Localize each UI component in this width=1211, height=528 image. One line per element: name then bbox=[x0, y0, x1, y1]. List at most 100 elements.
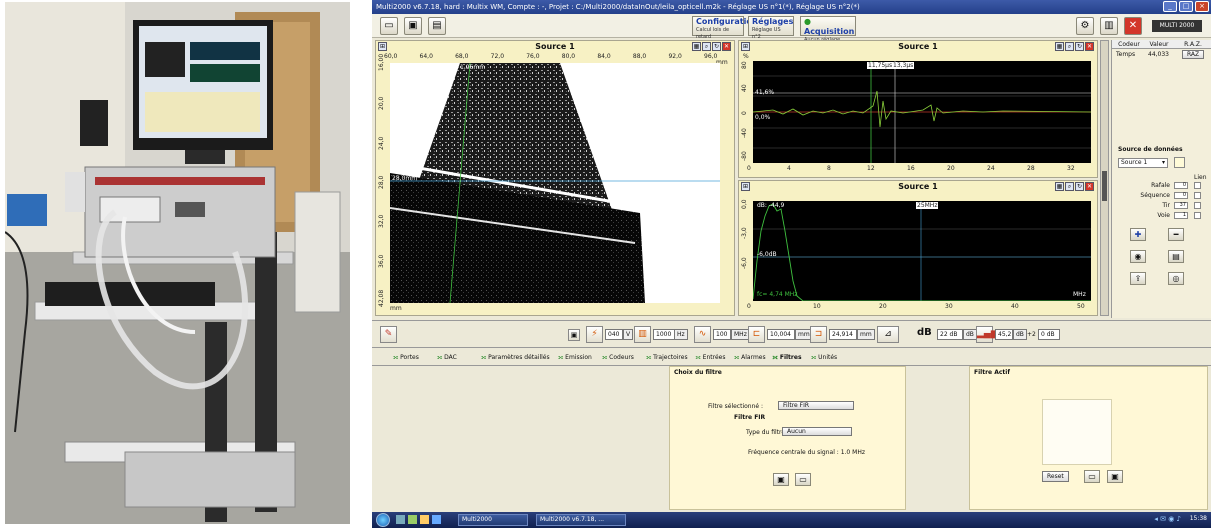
doc-button[interactable]: ▤ bbox=[1168, 250, 1184, 263]
lien-checkbox[interactable] bbox=[1194, 212, 1201, 219]
gain-field[interactable]: 22 dB bbox=[937, 329, 963, 340]
open-filter-button[interactable]: ▭ bbox=[795, 473, 811, 486]
view-button[interactable]: ◉ bbox=[1130, 250, 1146, 263]
reglages-menu[interactable]: Réglages Réglage US n°2 bbox=[748, 16, 794, 40]
open-active-button[interactable]: ▭ bbox=[1084, 470, 1100, 483]
zoom-icon[interactable]: ⌕ bbox=[702, 42, 711, 51]
tab-4[interactable]: ⟗ Codeurs bbox=[602, 354, 634, 362]
configuration-menu[interactable]: Configuration Calcul lois de retard bbox=[692, 16, 758, 40]
save-filter-button[interactable]: ▣ bbox=[773, 473, 789, 486]
tab-2[interactable]: ⟗ Paramètres détaillés bbox=[481, 354, 550, 362]
spectrum-y-axis: 0,0 -3,0 -6,0 bbox=[741, 199, 751, 301]
export-button[interactable]: ⇪ bbox=[1130, 272, 1146, 285]
tab-9[interactable]: ⟗ Unités bbox=[811, 354, 837, 362]
gate-start-field[interactable]: 10,004 bbox=[767, 329, 795, 340]
vertical-scrollbar[interactable] bbox=[1100, 40, 1109, 316]
tab-5[interactable]: ⟗ Trajectoires bbox=[646, 354, 688, 362]
prf-icon-button[interactable]: ▥ bbox=[634, 326, 651, 343]
save-active-button[interactable]: ▣ bbox=[1107, 470, 1123, 483]
filter-choice-title: Choix du filtre bbox=[674, 369, 722, 376]
voltage-field[interactable]: 040 bbox=[605, 329, 623, 340]
reset-button[interactable]: Reset bbox=[1042, 471, 1069, 482]
window-title: Multi2000 v6.7.18, hard : Multix WM, Com… bbox=[372, 0, 1211, 14]
floppy-icon: ▣ bbox=[1111, 472, 1119, 481]
close-panel-icon[interactable]: ✕ bbox=[1085, 182, 1094, 191]
axis-tick-label: 30 bbox=[945, 303, 953, 310]
grid-icon[interactable]: ▦ bbox=[1055, 182, 1064, 191]
gain-bars-button[interactable]: ▂▄▆ bbox=[976, 326, 998, 343]
refresh-icon[interactable]: ↻ bbox=[1075, 182, 1084, 191]
folder-icon: ▭ bbox=[384, 20, 394, 31]
lien-checkbox[interactable] bbox=[1194, 192, 1201, 199]
minimize-button[interactable]: _ bbox=[1163, 1, 1177, 12]
axis-tick-label: 24 bbox=[987, 165, 995, 172]
filter-field[interactable]: 100 bbox=[713, 329, 731, 340]
spectrum-toggle[interactable]: ⊿ bbox=[877, 326, 899, 343]
lien-checkbox[interactable] bbox=[1194, 202, 1201, 209]
ascan-y-unit: % bbox=[743, 53, 749, 60]
filter-type-dropdown[interactable]: Aucun bbox=[782, 427, 852, 436]
explorer-icon[interactable] bbox=[408, 515, 417, 524]
tab-7[interactable]: ⟗ Alarmes bbox=[734, 354, 766, 362]
save-button[interactable]: ▣ bbox=[404, 17, 422, 35]
filter-selected-dropdown[interactable]: Filtre FIR bbox=[778, 401, 854, 410]
lock-button[interactable]: ▣ bbox=[568, 329, 580, 341]
bscan-cursor-left: 28,0mm bbox=[392, 175, 418, 182]
scrollbar-thumb[interactable] bbox=[1102, 171, 1107, 201]
tab-6[interactable]: ⟗ Entrées bbox=[696, 354, 726, 362]
field-value[interactable]: 0 bbox=[1174, 182, 1188, 189]
gate-start-icon[interactable]: ⊏ bbox=[748, 326, 765, 343]
lien-checkbox[interactable] bbox=[1194, 182, 1201, 189]
zoom-icon[interactable]: ⌕ bbox=[1065, 182, 1074, 191]
delete-button[interactable]: ▤ bbox=[428, 17, 446, 35]
settings-button[interactable]: ⚙ bbox=[1076, 17, 1094, 35]
lab-photo bbox=[5, 2, 350, 524]
desktop-icon[interactable] bbox=[396, 515, 405, 524]
task-multi2000-main[interactable]: Multi2000 v6.7.18, ... bbox=[536, 514, 626, 526]
zoom-icon[interactable]: ⌕ bbox=[1065, 42, 1074, 51]
close-panel-icon[interactable]: ✕ bbox=[722, 42, 731, 51]
bscan-x-axis: 60,0 64,0 68,0 72,0 76,0 80,0 84,0 88,0 92,0 96,0 bbox=[384, 53, 720, 61]
grid-icon[interactable]: ▦ bbox=[1055, 42, 1064, 51]
voltage-icon-button[interactable]: ⚡ bbox=[586, 326, 603, 343]
gain2-field[interactable]: 45,2 bbox=[995, 329, 1013, 340]
source-select[interactable]: Source 1 ▾ bbox=[1118, 158, 1168, 168]
add-button[interactable]: ✚ bbox=[1130, 228, 1146, 241]
gate-width-icon[interactable]: ⊐ bbox=[810, 326, 827, 343]
refresh-icon[interactable]: ↻ bbox=[712, 42, 721, 51]
remove-button[interactable]: ━ bbox=[1168, 228, 1184, 241]
refresh-icon[interactable]: ↻ bbox=[1075, 42, 1084, 51]
grid-icon[interactable]: ▦ bbox=[692, 42, 701, 51]
tab-3[interactable]: ⟗ Emission bbox=[558, 354, 592, 362]
stop-button[interactable]: ✎ bbox=[380, 326, 397, 343]
close-panel-icon[interactable]: ✕ bbox=[1085, 42, 1094, 51]
color-swatch[interactable] bbox=[1174, 157, 1185, 168]
open-folder-button[interactable]: ▭ bbox=[380, 17, 398, 35]
field-value[interactable]: 1 bbox=[1174, 212, 1188, 219]
browser-icon[interactable] bbox=[432, 515, 441, 524]
tab-1[interactable]: ⟗ DAC bbox=[437, 354, 457, 362]
field-value[interactable]: 37 bbox=[1174, 202, 1188, 209]
gate-width-field[interactable]: 24,914 bbox=[829, 329, 857, 340]
filter-icon-button[interactable]: ∿ bbox=[694, 326, 711, 343]
tab-8[interactable]: ⟗ Filtres bbox=[773, 354, 802, 362]
field-value[interactable]: 0 bbox=[1174, 192, 1188, 199]
raz-button[interactable]: RAZ bbox=[1182, 50, 1205, 59]
target-button[interactable]: ◎ bbox=[1168, 272, 1184, 285]
offset-field[interactable]: 0 dB bbox=[1038, 329, 1060, 340]
close-button[interactable]: × bbox=[1195, 1, 1209, 12]
pen-icon: ✎ bbox=[384, 329, 393, 339]
tab-0[interactable]: ⟗ Portes bbox=[393, 354, 419, 362]
maximize-button[interactable]: □ bbox=[1179, 1, 1193, 12]
start-button[interactable] bbox=[376, 513, 390, 527]
spectrum-plot[interactable]: dB: -44,9 25MHz -6,0dB fc= 4,74 MHz MHz bbox=[753, 201, 1091, 301]
bscan-plot[interactable]: 1,96mm 28,0mm bbox=[390, 63, 720, 303]
bars-icon: ▥ bbox=[638, 329, 647, 339]
ascan-plot[interactable]: 11,75µs 13,3µs 41,6% 0,0% bbox=[753, 61, 1091, 163]
acquisition-menu[interactable]: ● Acquisition Aucun réglage bbox=[800, 16, 856, 43]
chart-button[interactable]: ▥ bbox=[1100, 17, 1118, 35]
clock: 15:38 bbox=[1189, 515, 1207, 522]
quit-button[interactable]: ✕ bbox=[1124, 17, 1142, 35]
folder-icon[interactable] bbox=[420, 515, 429, 524]
task-multi2000[interactable]: Multi2000 bbox=[458, 514, 528, 526]
